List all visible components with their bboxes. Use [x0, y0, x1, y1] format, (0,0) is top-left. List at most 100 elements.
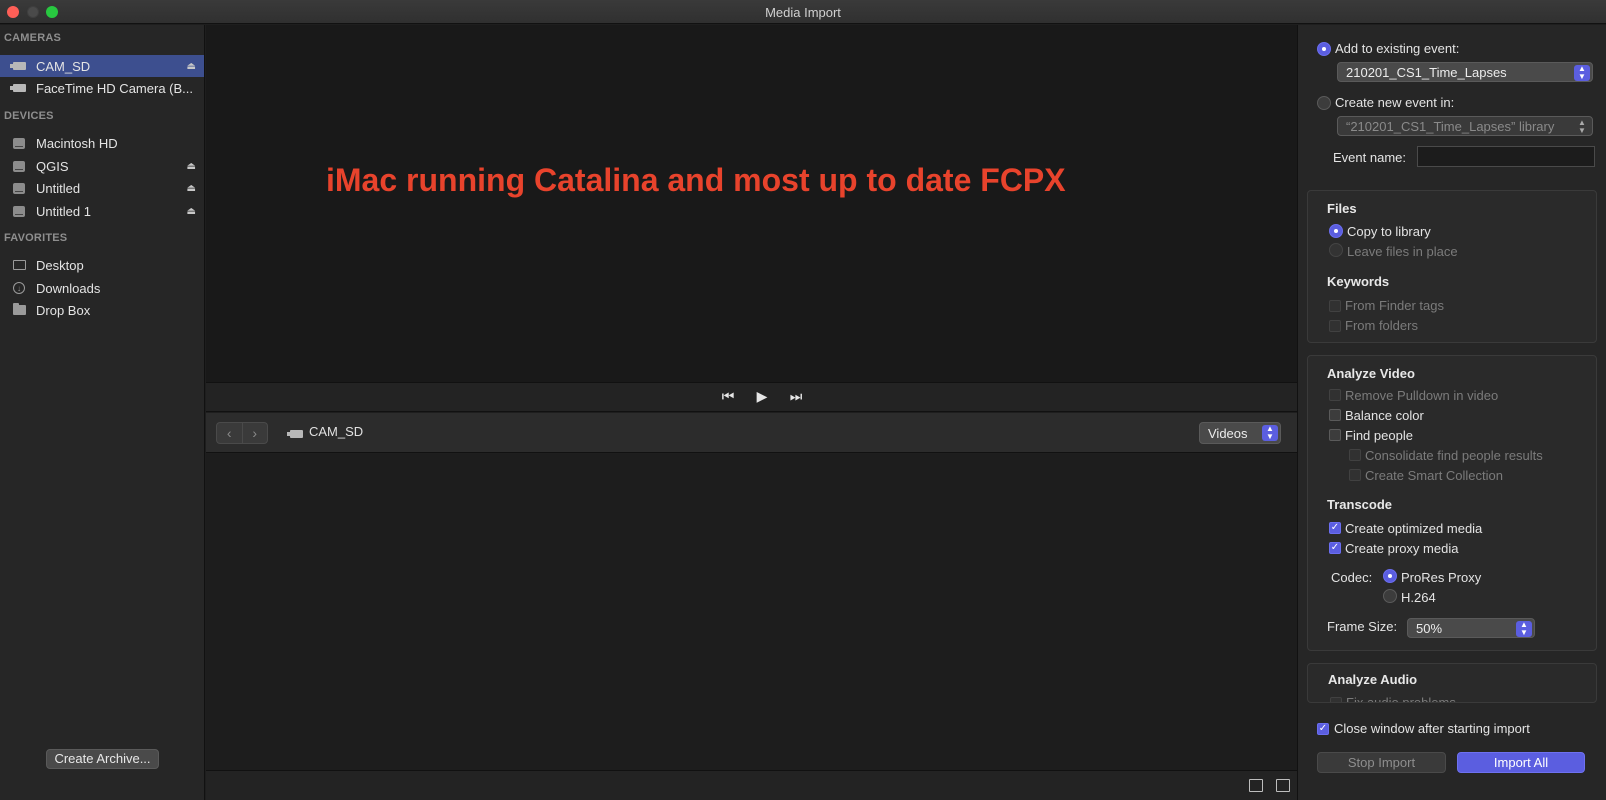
- play-icon[interactable]: ▶: [752, 388, 772, 405]
- existing-event-value: 210201_CS1_Time_Lapses: [1346, 65, 1507, 80]
- close-window-label: Close window after starting import: [1334, 721, 1530, 736]
- copy-to-library-label: Copy to library: [1347, 224, 1431, 239]
- preview-viewer: [206, 25, 1297, 382]
- frame-size-value: 50%: [1416, 621, 1443, 636]
- remove-pulldown-label: Remove Pulldown in video: [1345, 388, 1499, 403]
- existing-event-select[interactable]: 210201_CS1_Time_Lapses ▲ ▼: [1337, 62, 1593, 82]
- codec-h264-radio[interactable]: [1383, 589, 1397, 603]
- codec-label: Codec:: [1331, 570, 1373, 585]
- sources-sidebar: CAMERAS CAM_SD ⏏ FaceTime HD Camera (B..…: [0, 25, 205, 800]
- hard-drive-icon: [12, 137, 26, 149]
- copy-to-library-radio[interactable]: [1329, 224, 1343, 238]
- analyze-audio-group: Analyze Audio Fix audio problems: [1307, 663, 1597, 703]
- eject-icon[interactable]: ⏏: [187, 161, 196, 172]
- sidebar-item-qgis[interactable]: QGIS ⏏: [0, 155, 204, 177]
- create-new-event-label: Create new event in:: [1335, 95, 1455, 110]
- hard-drive-icon: [12, 182, 26, 194]
- analyze-audio-header: Analyze Audio: [1328, 672, 1418, 687]
- chevron-updown-icon: ▲ ▼: [1574, 65, 1590, 81]
- event-name-field[interactable]: [1417, 146, 1595, 167]
- find-people-checkbox[interactable]: [1329, 429, 1341, 441]
- skip-forward-icon[interactable]: ⏭: [786, 388, 806, 405]
- import-all-button[interactable]: Import All: [1457, 752, 1585, 773]
- transport-controls: ⏮ ▶ ⏭: [206, 382, 1297, 412]
- sidebar-item-label: Desktop: [36, 257, 84, 273]
- favorites-header: FAVORITES: [4, 232, 68, 244]
- add-existing-event-label: Add to existing event:: [1335, 41, 1460, 56]
- window-title: Media Import: [765, 5, 841, 20]
- hard-drive-icon: [12, 205, 26, 217]
- leave-files-radio[interactable]: [1329, 243, 1343, 257]
- sidebar-item-untitled-1[interactable]: Untitled 1 ⏏: [0, 200, 204, 222]
- annotation-overlay-text: iMac running Catalina and most up to dat…: [326, 162, 1066, 198]
- frame-size-label: Frame Size:: [1327, 619, 1398, 634]
- clip-browser[interactable]: [206, 454, 1297, 770]
- transcode-header: Transcode: [1327, 497, 1393, 512]
- event-name-label: Event name:: [1333, 150, 1406, 165]
- media-filter-select[interactable]: Videos ▲ ▼: [1199, 422, 1281, 444]
- sidebar-item-macintosh-hd[interactable]: Macintosh HD: [0, 132, 204, 154]
- fix-audio-checkbox[interactable]: [1330, 697, 1342, 702]
- sidebar-item-label: Downloads: [36, 280, 101, 296]
- eject-icon[interactable]: ⏏: [187, 61, 196, 72]
- consolidate-people-checkbox[interactable]: [1349, 449, 1361, 461]
- skip-back-icon[interactable]: ⏮: [718, 388, 738, 405]
- sidebar-item-label: Untitled: [36, 180, 81, 196]
- folder-icon: [12, 303, 26, 316]
- eject-icon[interactable]: ⏏: [187, 206, 196, 217]
- balance-color-label: Balance color: [1345, 408, 1424, 423]
- files-header: Files: [1327, 201, 1357, 216]
- from-finder-tags-checkbox[interactable]: [1329, 300, 1341, 312]
- create-proxy-checkbox[interactable]: ✓: [1329, 542, 1341, 554]
- codec-prores-proxy-radio[interactable]: [1383, 569, 1397, 583]
- from-finder-tags-label: From Finder tags: [1345, 298, 1444, 313]
- sidebar-item-cam-sd[interactable]: CAM_SD ⏏: [0, 55, 204, 77]
- create-optimized-label: Create optimized media: [1345, 521, 1483, 536]
- sidebar-item-label: Macintosh HD: [36, 135, 118, 151]
- create-smart-collection-checkbox[interactable]: [1349, 469, 1361, 481]
- sidebar-item-label: Drop Box: [36, 302, 91, 318]
- create-optimized-checkbox[interactable]: ✓: [1329, 522, 1341, 534]
- sidebar-item-label: CAM_SD: [36, 58, 91, 74]
- forward-arrow-icon[interactable]: ›: [243, 423, 268, 443]
- chevron-updown-icon: ▲ ▼: [1574, 119, 1590, 135]
- stop-import-button[interactable]: Stop Import: [1317, 752, 1446, 773]
- balance-color-checkbox[interactable]: [1329, 409, 1341, 421]
- devices-header: DEVICES: [4, 110, 54, 122]
- fix-audio-label: Fix audio problems: [1346, 695, 1456, 703]
- close-window-checkbox[interactable]: ✓: [1317, 723, 1329, 735]
- browser-footer: [206, 770, 1297, 800]
- sidebar-item-drop-box[interactable]: Drop Box: [0, 299, 204, 321]
- frame-size-select[interactable]: 50% ▲ ▼: [1407, 618, 1535, 638]
- sidebar-item-desktop[interactable]: Desktop: [0, 254, 204, 276]
- analyze-video-header: Analyze Video: [1327, 366, 1415, 381]
- camera-icon: [9, 82, 26, 94]
- chevron-updown-icon: ▲ ▼: [1262, 425, 1278, 441]
- sidebar-item-untitled[interactable]: Untitled ⏏: [0, 177, 204, 199]
- media-filter-value: Videos: [1208, 426, 1248, 441]
- eject-icon[interactable]: ⏏: [187, 183, 196, 194]
- new-event-library-value: “210201_CS1_Time_Lapses” library: [1346, 119, 1555, 134]
- list-view-icon[interactable]: [1249, 779, 1263, 792]
- create-proxy-label: Create proxy media: [1345, 541, 1459, 556]
- navigation-buttons: ‹ ›: [216, 422, 268, 444]
- back-arrow-icon[interactable]: ‹: [217, 423, 243, 443]
- sidebar-item-label: QGIS: [36, 158, 69, 174]
- codec-prores-proxy-label: ProRes Proxy: [1401, 570, 1482, 585]
- sidebar-item-facetime-camera[interactable]: FaceTime HD Camera (B...: [0, 77, 204, 99]
- browser-toolbar: ‹ › CAM_SD Videos ▲ ▼: [206, 413, 1297, 453]
- filmstrip-view-icon[interactable]: [1276, 779, 1290, 792]
- create-new-event-radio[interactable]: [1317, 96, 1331, 110]
- chevron-updown-icon: ▲ ▼: [1516, 621, 1532, 637]
- create-archive-button[interactable]: Create Archive...: [46, 749, 159, 769]
- from-folders-checkbox[interactable]: [1329, 320, 1341, 332]
- new-event-library-select[interactable]: “210201_CS1_Time_Lapses” library ▲ ▼: [1337, 116, 1593, 136]
- remove-pulldown-checkbox[interactable]: [1329, 389, 1341, 401]
- cameras-header: CAMERAS: [4, 32, 62, 44]
- desktop-icon: [12, 259, 26, 271]
- download-icon: ↓: [12, 282, 26, 294]
- location-label: CAM_SD: [309, 424, 364, 439]
- sidebar-item-downloads[interactable]: ↓ Downloads: [0, 277, 204, 299]
- find-people-label: Find people: [1345, 428, 1413, 443]
- add-existing-event-radio[interactable]: [1317, 42, 1331, 56]
